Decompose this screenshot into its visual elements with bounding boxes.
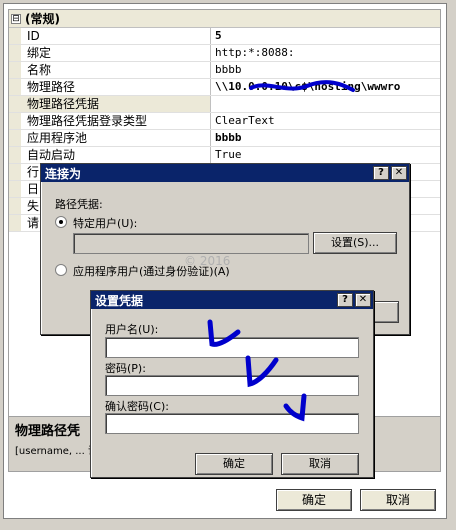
property-value: bbbb <box>215 131 242 144</box>
help-button[interactable]: ? <box>337 293 353 307</box>
help-button[interactable]: ? <box>373 166 389 180</box>
property-row-app-pool[interactable]: 应用程序池 bbbb <box>9 130 440 147</box>
category-general[interactable]: ⊟ (常规) <box>9 10 440 28</box>
path-credentials-label: 路径凭据: <box>55 198 103 211</box>
category-label: (常规) <box>25 12 60 26</box>
property-value: ClearText <box>215 114 275 127</box>
credentials-ok-button[interactable]: 确定 <box>195 453 273 475</box>
property-value: True <box>215 148 242 161</box>
property-name: 物理路径凭据 <box>21 96 211 112</box>
property-row-id[interactable]: ID 5 <box>9 28 440 45</box>
property-row-physical-path-credentials[interactable]: 物理路径凭据 <box>9 96 440 113</box>
redaction-scribble <box>249 80 355 92</box>
collapse-icon[interactable]: ⊟ <box>11 13 21 24</box>
close-icon[interactable]: ✕ <box>355 293 371 307</box>
property-name: 应用程序池 <box>21 130 211 146</box>
property-name: ID <box>21 28 211 44</box>
specific-user-field[interactable] <box>73 233 309 254</box>
specific-user-label[interactable]: 特定用户(U): <box>73 215 137 231</box>
username-label: 用户名(U): <box>105 323 159 336</box>
property-row-auto-start[interactable]: 自动启动 True <box>9 147 440 164</box>
set-credentials-button[interactable]: 设置(S)... <box>313 232 397 254</box>
annotation-arrow-icon <box>245 355 279 388</box>
credentials-cancel-button[interactable]: 取消 <box>281 453 359 475</box>
property-name: 自动启动 <box>21 147 211 163</box>
property-value: bbbb <box>215 63 242 76</box>
annotation-arrow-icon <box>207 319 241 347</box>
property-name: 绑定 <box>21 45 211 61</box>
specific-user-radio[interactable] <box>55 216 67 228</box>
watermark-text: © 2016 <box>184 254 231 268</box>
app-user-radio[interactable] <box>55 264 67 276</box>
property-name: 名称 <box>21 62 211 78</box>
set-credentials-titlebar[interactable]: 设置凭据 ? ✕ <box>91 291 373 309</box>
property-row-physical-path[interactable]: 物理路径 \\10.0.0.10\c$\hosting\wwwro <box>9 79 440 96</box>
property-value: 5 <box>215 29 222 42</box>
property-row-logon-type[interactable]: 物理路径凭据登录类型 ClearText <box>9 113 440 130</box>
property-name: 物理路径凭据登录类型 <box>21 113 211 129</box>
property-name: 物理路径 <box>21 79 211 95</box>
dialog-title: 设置凭据 <box>95 293 144 308</box>
connect-as-partial-button[interactable] <box>371 301 399 323</box>
dialog-title: 连接为 <box>45 166 82 181</box>
main-ok-button[interactable]: 确定 <box>276 489 352 511</box>
password-label: 密码(P): <box>105 362 146 375</box>
connect-as-titlebar[interactable]: 连接为 ? ✕ <box>41 164 409 182</box>
property-row-binding[interactable]: 绑定 http:*:8088: <box>9 45 440 62</box>
property-value: http:*:8088: <box>215 46 295 59</box>
main-cancel-button[interactable]: 取消 <box>360 489 436 511</box>
confirm-password-label: 确认密码(C): <box>105 400 169 413</box>
annotation-arrow-icon <box>283 393 307 422</box>
property-row-name[interactable]: 名称 bbbb <box>9 62 440 79</box>
close-icon[interactable]: ✕ <box>391 166 407 180</box>
